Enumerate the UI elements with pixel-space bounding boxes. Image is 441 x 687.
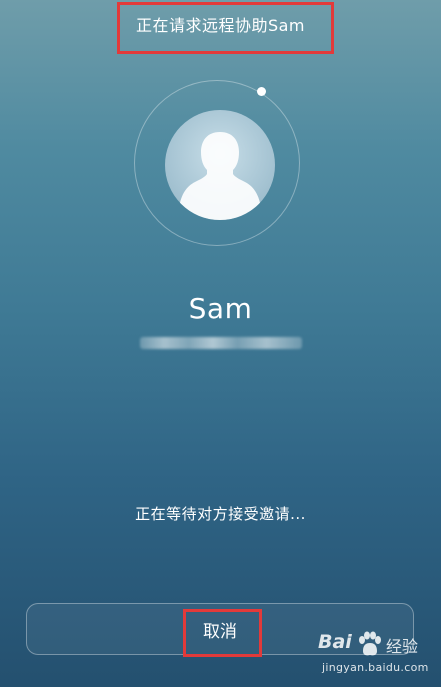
person-silhouette-icon bbox=[179, 132, 261, 220]
page-title: 正在请求远程协助Sam bbox=[135, 16, 306, 35]
cancel-label: 取消 bbox=[203, 621, 237, 642]
contact-name: Sam bbox=[188, 292, 253, 325]
waiting-status-text: 正在等待对方接受邀请... bbox=[135, 505, 306, 523]
watermark-url: jingyan.baidu.com bbox=[322, 661, 429, 674]
baidu-watermark: Bai 经验 jingyan.baidu.com bbox=[318, 631, 436, 683]
paw-icon bbox=[359, 631, 381, 656]
progress-dot bbox=[257, 87, 266, 96]
baidu-logo-text: Bai bbox=[318, 631, 352, 653]
jingyan-brand-text: 经验 bbox=[386, 637, 419, 656]
blurred-contact-number bbox=[140, 337, 302, 349]
avatar bbox=[165, 110, 275, 220]
